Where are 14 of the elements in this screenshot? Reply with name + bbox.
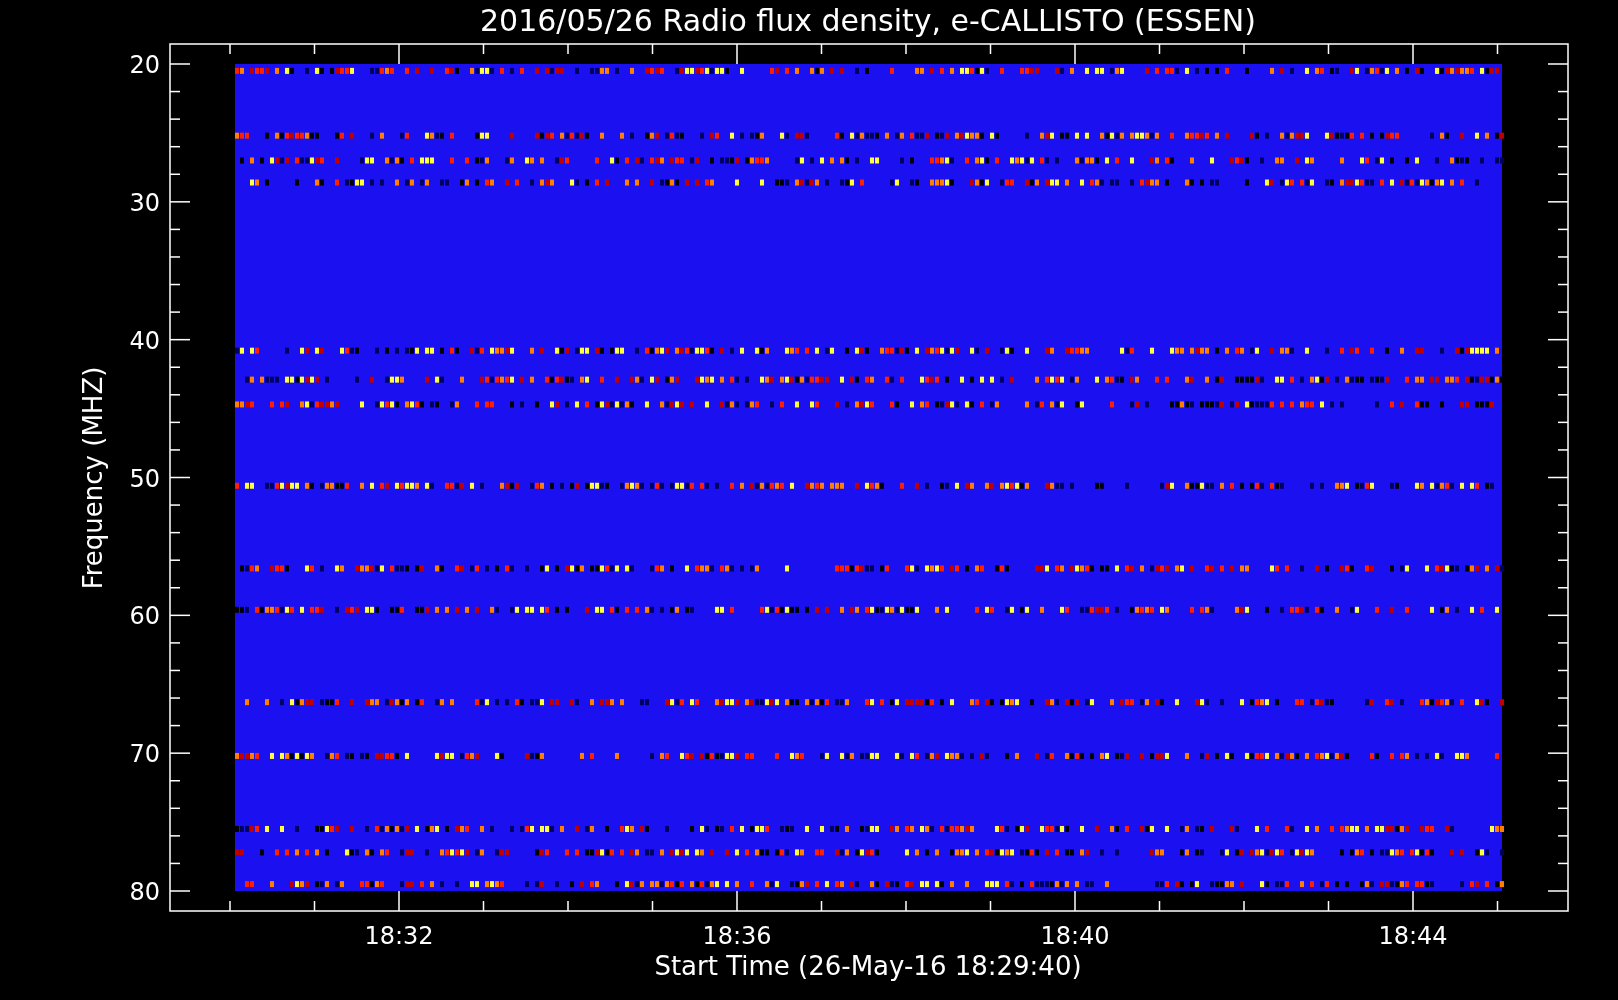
x-tick-label: 18:32: [364, 922, 434, 950]
x-tick-label: 18:36: [702, 922, 772, 950]
y-axis-label: Frequency (MHZ): [78, 366, 108, 590]
y-tick-label: 20: [129, 51, 160, 79]
y-tick-label: 70: [129, 740, 160, 769]
x-axis-label: Start Time (26-May-16 18:29:40): [654, 951, 1082, 981]
plot-title: 2016/05/26 Radio flux density, e-CALLISTO (ESSEN): [480, 3, 1256, 38]
y-tick-label: 80: [129, 878, 160, 906]
x-tick-label: 18:40: [1040, 922, 1110, 950]
y-tick-label: 60: [129, 602, 160, 631]
y-tick-label: 40: [129, 326, 160, 355]
y-tick-label: 50: [129, 464, 160, 493]
x-tick-label: 18:44: [1378, 922, 1448, 950]
y-tick-label: 30: [129, 188, 160, 217]
